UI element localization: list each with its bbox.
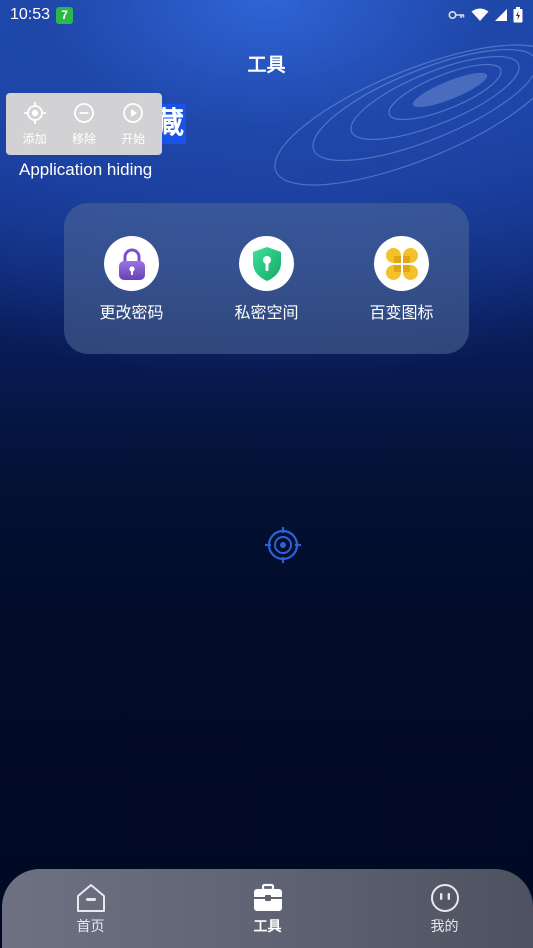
overlay-start-button[interactable]: 开始 xyxy=(110,102,156,147)
status-bar: 10:53 7 xyxy=(0,0,533,30)
tool-icon-circle xyxy=(374,236,429,291)
tool-icon-changer[interactable]: 百变图标 xyxy=(347,236,457,323)
overlay-add-button[interactable]: 添加 xyxy=(12,101,58,147)
page-title: 工具 xyxy=(247,54,286,76)
face-icon xyxy=(430,883,459,912)
wifi-icon xyxy=(471,8,489,21)
overlay-add-label: 添加 xyxy=(22,131,47,146)
home-icon xyxy=(76,883,105,912)
key-icon xyxy=(448,10,465,20)
signal-icon xyxy=(495,9,507,21)
overlay-start-label: 开始 xyxy=(121,131,146,146)
tool-label: 百变图标 xyxy=(369,303,434,322)
tool-private-space[interactable]: 私密空间 xyxy=(212,236,322,323)
bottom-nav: 首页 工具 我的 xyxy=(2,869,533,948)
tool-icon-circle xyxy=(239,236,294,291)
battery-icon xyxy=(513,7,523,23)
minus-circle-icon xyxy=(74,102,94,123)
play-circle-icon xyxy=(123,102,144,123)
nav-item-tools[interactable]: 工具 xyxy=(218,882,318,936)
shield-key-icon xyxy=(252,246,281,281)
crosshair-icon xyxy=(23,101,46,124)
crosshair-target-icon[interactable] xyxy=(265,527,301,563)
overlay-remove-button[interactable]: 移除 xyxy=(61,102,107,147)
notification-badge: 7 xyxy=(56,6,74,24)
nav-label: 首页 xyxy=(76,918,105,935)
status-time: 10:53 xyxy=(10,6,51,23)
tool-icon-circle xyxy=(104,236,159,291)
overlay-remove-label: 移除 xyxy=(71,131,96,146)
nav-label: 我的 xyxy=(430,918,459,935)
tool-change-password[interactable]: 更改密码 xyxy=(77,236,187,323)
app-hiding-subtitle: Application hiding xyxy=(19,160,153,179)
lock-icon xyxy=(118,248,145,280)
nav-label: 工具 xyxy=(253,918,282,935)
floating-overlay-toolbar: 添加 移除 开始 xyxy=(6,93,162,155)
nav-item-home[interactable]: 首页 xyxy=(41,882,141,936)
toolbox-icon xyxy=(253,883,282,911)
tool-label: 私密空间 xyxy=(234,303,299,322)
nav-item-mine[interactable]: 我的 xyxy=(395,882,495,936)
tool-label: 更改密码 xyxy=(99,303,164,322)
clover-icon xyxy=(385,247,418,280)
tools-card: 更改密码 私密空间 百变图标 xyxy=(64,203,469,354)
